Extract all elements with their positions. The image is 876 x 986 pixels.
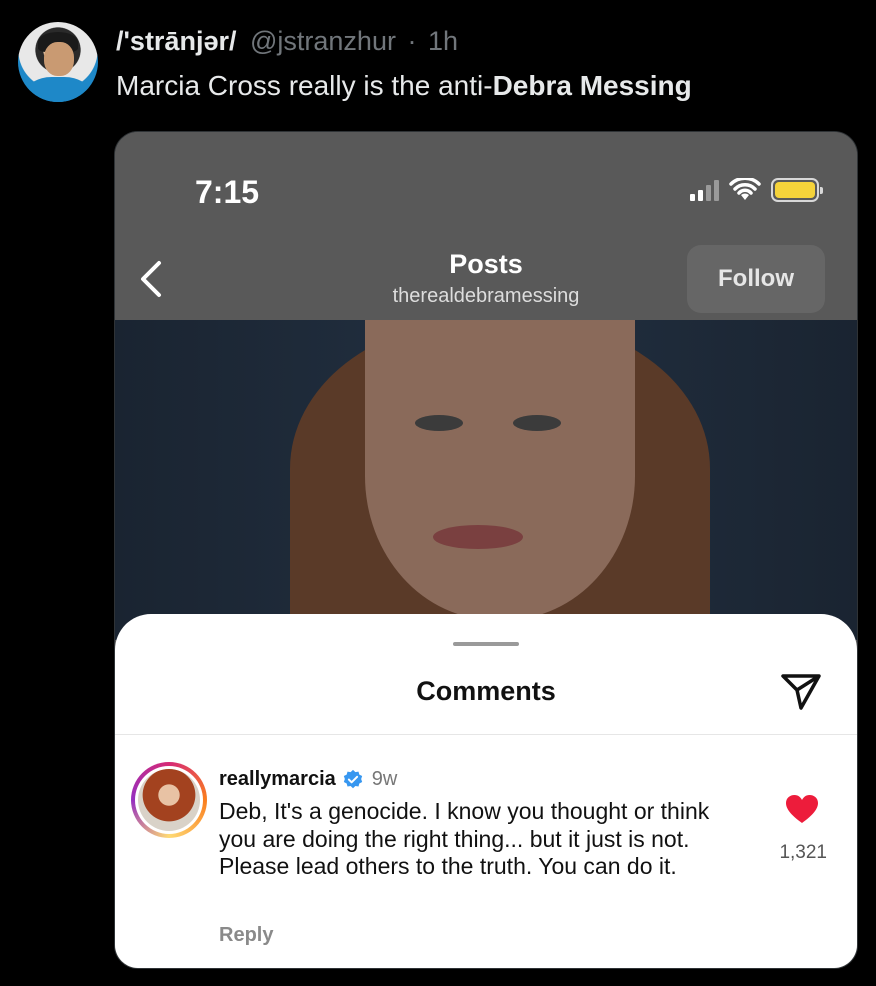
send-icon[interactable] — [779, 668, 823, 712]
like-count: 1,321 — [779, 842, 827, 863]
posts-nav-bar: Posts therealdebramessing Follow — [115, 237, 857, 321]
tweet-text-prefix: Marcia Cross really is the anti- — [116, 70, 493, 101]
author-handle[interactable]: @jstranzhur — [250, 26, 396, 56]
follow-button[interactable]: Follow — [687, 245, 825, 313]
author-avatar[interactable] — [18, 22, 98, 102]
sheet-grabber[interactable] — [453, 642, 519, 646]
tweet-text: Marcia Cross really is the anti-Debra Me… — [116, 70, 692, 102]
heart-icon[interactable] — [785, 794, 819, 824]
status-icons — [690, 178, 823, 202]
comments-sheet: Comments reallymarcia 9w Deb, It's a gen… — [115, 614, 857, 968]
battery-icon — [771, 178, 823, 202]
wifi-icon — [729, 178, 761, 200]
attached-screenshot[interactable]: 7:15 Posts therealdebramessing Follow Co… — [114, 131, 858, 969]
comment-text: Deb, It's a genocide. I know you thought… — [219, 798, 710, 879]
comments-title: Comments — [416, 676, 556, 706]
phone-status-bar: 7:15 — [115, 132, 857, 250]
tweet-timestamp[interactable]: 1h — [428, 26, 458, 56]
divider — [115, 734, 857, 735]
meta-separator: · — [407, 26, 417, 56]
post-photo — [115, 320, 857, 640]
tweet-text-bold: Debra Messing — [492, 70, 692, 101]
cellular-signal-icon — [690, 179, 719, 201]
comment-age: 9w — [371, 768, 398, 790]
author-display-name[interactable]: /'strānjər/ — [116, 26, 236, 56]
reply-button[interactable]: Reply — [219, 924, 273, 947]
verified-badge-icon — [343, 769, 362, 788]
status-time: 7:15 — [195, 174, 260, 210]
tweet-header: /'strānjər/ @jstranzhur · 1h — [116, 26, 458, 57]
comment-header: reallymarcia 9w — [219, 768, 397, 791]
commenter-username[interactable]: reallymarcia — [219, 768, 336, 791]
commenter-avatar[interactable] — [131, 762, 207, 838]
